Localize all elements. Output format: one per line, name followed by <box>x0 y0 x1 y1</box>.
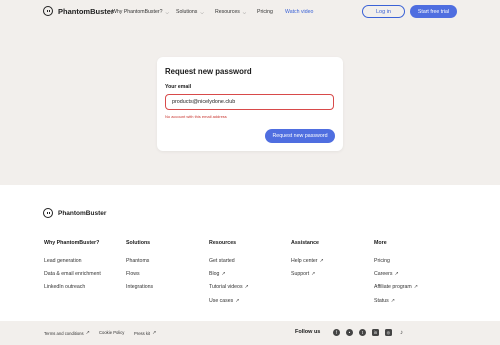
footer-link[interactable]: Status ↗ <box>374 294 418 307</box>
footer-link[interactable]: Blog ↗ <box>209 267 249 280</box>
external-link-icon: ↗ <box>390 297 395 304</box>
external-link-icon: ↗ <box>235 297 240 304</box>
nav-solutions[interactable]: Solutions ⌵ <box>176 9 204 15</box>
external-link-icon: ↗ <box>152 330 157 336</box>
footer-link[interactable]: Get started <box>209 254 249 267</box>
linkedin-icon[interactable]: in <box>372 329 379 336</box>
footer-link[interactable]: Affiliate program ↗ <box>374 281 418 294</box>
external-link-icon: ↗ <box>319 257 324 264</box>
request-new-password-button[interactable]: Request new password <box>265 129 335 143</box>
footer-link[interactable]: Use cases ↗ <box>209 294 249 307</box>
footer-link[interactable]: Help center ↗ <box>291 254 324 267</box>
phantom-logo-icon <box>43 6 53 16</box>
footer-link-label: Phantoms <box>126 257 150 264</box>
footer-link-label: Use cases <box>209 297 234 304</box>
external-link-icon: ↗ <box>221 270 226 277</box>
footer-link-label: Tutorial videos <box>209 284 243 291</box>
footer-link-label: Lead generation <box>44 257 82 264</box>
nav-why-phantombuster[interactable]: Why PhantomBuster? ⌵ <box>112 9 169 15</box>
brand-logo[interactable]: PhantomBuster <box>43 6 114 16</box>
footer-link[interactable]: Data & email enrichment <box>44 267 101 280</box>
legal-bar: Terms and conditions ↗ Cookie Policy Pres… <box>0 321 500 345</box>
nav-why-label: Why PhantomBuster? <box>112 9 163 15</box>
footer-link-label: Affiliate program <box>374 284 412 291</box>
facebook-icon[interactable]: f <box>333 329 340 336</box>
footer-link-label: Flows <box>126 270 140 277</box>
nav-watch-video[interactable]: Watch video <box>285 9 313 15</box>
login-button[interactable]: Log in <box>362 5 405 18</box>
footer-column-title: Solutions <box>126 240 151 246</box>
reddit-icon[interactable]: • <box>346 329 353 336</box>
external-link-icon: ↗ <box>85 330 90 336</box>
external-link-icon: ↗ <box>413 284 418 291</box>
footer-column-solutions: Solutions Phantoms Flows Integrations <box>126 240 153 294</box>
footer-link[interactable]: Integrations <box>126 281 153 294</box>
external-link-icon: ↗ <box>244 284 249 291</box>
press-kit-label: Press kit <box>134 330 151 336</box>
external-link-icon: ↗ <box>311 270 316 277</box>
footer-link-label: Data & email enrichment <box>44 270 101 277</box>
footer-link[interactable]: Lead generation <box>44 254 101 267</box>
terms-link[interactable]: Terms and conditions ↗ <box>44 330 90 336</box>
chevron-down-icon: ⌵ <box>242 9 247 15</box>
terms-label: Terms and conditions <box>44 330 84 336</box>
instagram-icon[interactable]: ◎ <box>385 329 392 336</box>
press-kit-link[interactable]: Press kit ↗ <box>134 330 156 336</box>
footer-link[interactable]: Careers ↗ <box>374 267 418 280</box>
footer-link[interactable]: Phantoms <box>126 254 153 267</box>
footer-column-title: Resources <box>209 240 237 246</box>
footer-link-label: Careers <box>374 270 393 277</box>
card-title: Request new password <box>165 67 252 76</box>
email-label: Your email <box>165 84 192 90</box>
footer-link-label: Pricing <box>374 257 390 264</box>
footer-column-title: More <box>374 240 387 246</box>
tiktok-icon[interactable]: ♪ <box>398 329 405 336</box>
footer-link-label: Blog <box>209 270 220 277</box>
footer-column-title: Assistance <box>291 240 319 246</box>
footer-column-why: Why PhantomBuster? Lead generation Data … <box>44 240 101 294</box>
nav-pricing[interactable]: Pricing <box>257 9 273 15</box>
chevron-down-icon: ⌵ <box>165 9 169 15</box>
nav-watch-video-label: Watch video <box>285 9 314 15</box>
request-password-card: Request new password Your email products… <box>157 57 343 151</box>
phantom-logo-icon <box>43 208 53 218</box>
email-field[interactable]: products@nicelydone.club <box>165 94 334 110</box>
footer-link[interactable]: Support ↗ <box>291 267 324 280</box>
footer-link[interactable]: LinkedIn outreach <box>44 281 101 294</box>
footer-column-assistance: Assistance Help center ↗ Support ↗ <box>291 240 324 281</box>
top-navigation: PhantomBuster Why PhantomBuster? ⌵ Soluti… <box>0 0 500 26</box>
footer-link-label: Get started <box>209 257 235 264</box>
footer-link-label: LinkedIn outreach <box>44 284 86 291</box>
chevron-down-icon: ⌵ <box>200 9 204 15</box>
footer-link[interactable]: Flows <box>126 267 153 280</box>
footer-brand-name: PhantomBuster <box>58 209 107 217</box>
email-error-message: No account with this email address <box>165 114 227 119</box>
nav-resources[interactable]: Resources ⌵ <box>215 9 246 15</box>
follow-us-label: Follow us <box>295 329 321 335</box>
cookie-policy-link[interactable]: Cookie Policy <box>99 330 124 335</box>
twitter-icon[interactable]: t <box>359 329 366 336</box>
brand-name: PhantomBuster <box>58 6 114 16</box>
footer-column-more: More Pricing Careers ↗ Affiliate program ↗… <box>374 240 418 307</box>
footer-logo[interactable]: PhantomBuster <box>43 208 106 218</box>
footer-link-label: Support <box>291 270 310 277</box>
footer-link-label: Help center <box>291 257 318 264</box>
footer-link-label: Status <box>374 297 389 304</box>
footer-link[interactable]: Pricing <box>374 254 418 267</box>
footer-column-resources: Resources Get started Blog ↗ Tutorial vid… <box>209 240 249 307</box>
cookie-policy-label: Cookie Policy <box>99 330 125 335</box>
start-free-trial-button[interactable]: Start free trial <box>410 5 457 18</box>
footer-column-title: Why PhantomBuster? <box>44 240 100 246</box>
external-link-icon: ↗ <box>394 270 399 277</box>
footer-link-label: Integrations <box>126 284 154 291</box>
nav-resources-label: Resources <box>215 9 240 15</box>
nav-pricing-label: Pricing <box>257 9 273 15</box>
nav-solutions-label: Solutions <box>176 9 198 15</box>
footer-link[interactable]: Tutorial videos ↗ <box>209 281 249 294</box>
